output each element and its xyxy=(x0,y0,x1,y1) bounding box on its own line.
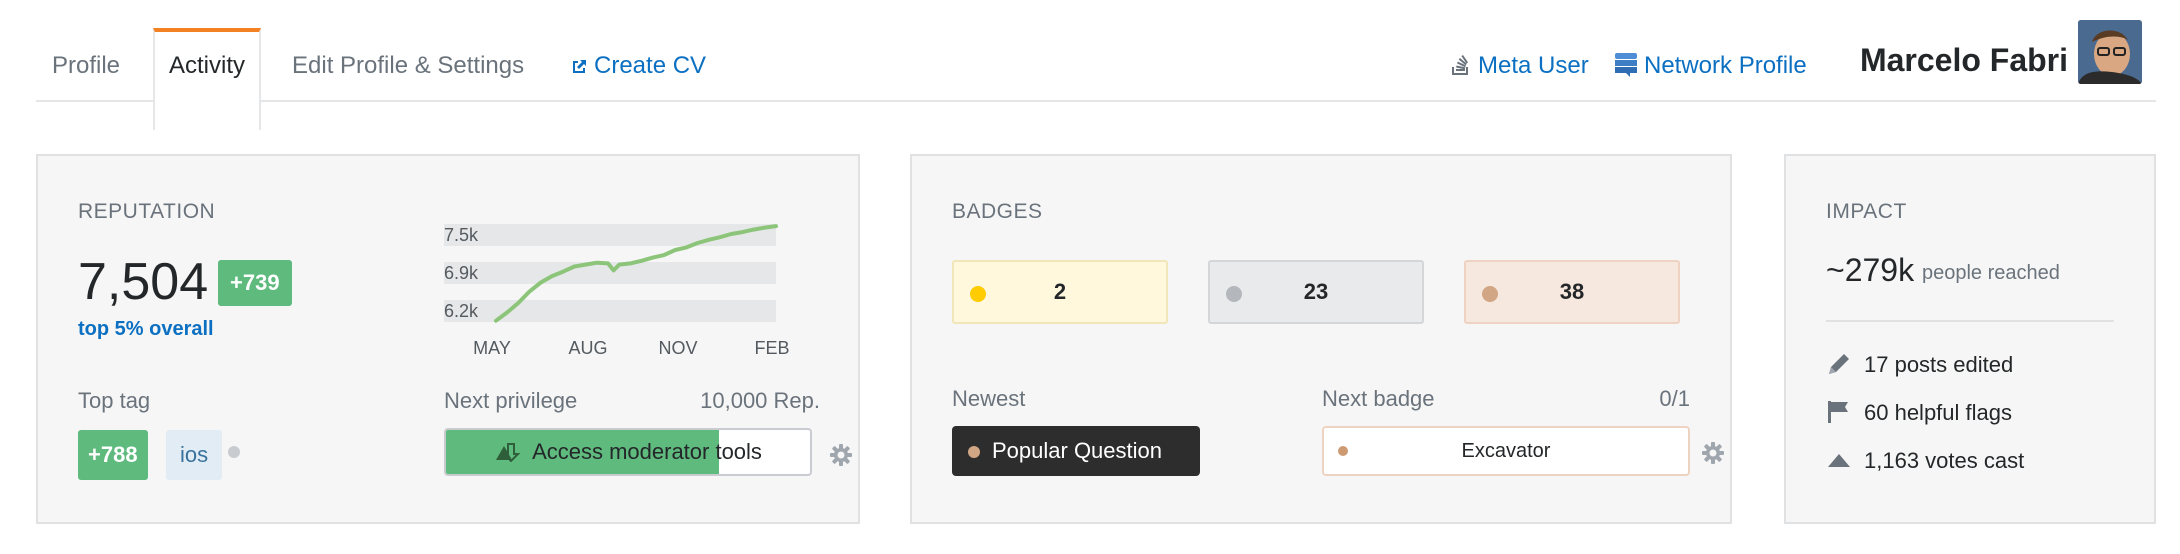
network-profile-link[interactable]: Network Profile xyxy=(1614,0,1807,100)
top-tag-label: Top tag xyxy=(78,388,151,413)
create-cv-label: Create CV xyxy=(594,52,707,79)
user-display-name[interactable]: Marcelo Fabri xyxy=(1860,42,2068,79)
top-tag-score: +788 xyxy=(78,430,148,480)
meta-user-label: Meta User xyxy=(1478,52,1589,79)
next-privilege-rep: 10,000 Rep. xyxy=(700,388,820,413)
chart-x-tick-label: MAY xyxy=(473,338,511,358)
reputation-value: 7,504 xyxy=(78,253,209,311)
bronze-badge-icon xyxy=(1482,286,1498,302)
privilege-icon xyxy=(496,443,521,463)
reputation-chart[interactable]: 7.5k 6.9k 6.2k MAY AUG NOV FEB xyxy=(444,216,824,366)
tab-activity[interactable]: Activity xyxy=(153,28,262,130)
next-badge-name: Excavator xyxy=(1461,440,1551,462)
impact-divider xyxy=(1826,320,2114,322)
tab-profile[interactable]: Profile xyxy=(52,0,120,100)
gold-badge-icon xyxy=(970,286,986,302)
impact-card: IMPACT ~279k people reached 17 posts edi… xyxy=(1784,154,2156,524)
votes-cast-label: 1,163 votes cast xyxy=(1864,448,2025,473)
network-profile-label: Network Profile xyxy=(1644,52,1807,79)
meta-user-link[interactable]: Meta User xyxy=(1450,0,1589,100)
impact-title: IMPACT xyxy=(1826,200,1907,223)
helpful-flags-label: 60 helpful flags xyxy=(1864,400,2012,425)
bronze-badge-count[interactable]: 38 xyxy=(1464,260,1680,324)
badges-title: BADGES xyxy=(952,200,1043,223)
newest-badge[interactable]: Popular Question xyxy=(952,426,1200,476)
votes-cast-stat: 1,163 votes cast xyxy=(1826,448,2024,475)
chart-x-tick-label: FEB xyxy=(754,338,789,358)
posts-edited-label: 17 posts edited xyxy=(1864,352,2014,377)
posts-edited-stat: 17 posts edited xyxy=(1826,352,2013,379)
next-badge-label: Next badge xyxy=(1322,386,1435,411)
meta-stack-icon xyxy=(1452,54,1468,75)
profile-header: Profile Activity Edit Profile & Settings… xyxy=(36,0,2156,130)
people-reached-label: people reached xyxy=(1922,262,2060,284)
reputation-rank-link[interactable]: top 5% overall xyxy=(78,318,214,341)
stackexchange-icon xyxy=(1615,52,1637,77)
next-privilege-content: Access moderator tools xyxy=(446,430,810,474)
reputation-change-badge: +739 xyxy=(218,260,292,306)
newest-badge-name: Popular Question xyxy=(992,438,1162,463)
next-badge[interactable]: Excavator xyxy=(1322,426,1690,476)
silver-badge-value: 23 xyxy=(1303,279,1329,304)
upvote-arrow-icon xyxy=(1828,454,1850,468)
next-privilege-progress-bar[interactable]: Access moderator tools xyxy=(444,428,812,476)
flag-icon xyxy=(1828,401,1848,424)
gold-badge-count[interactable]: 2 xyxy=(952,260,1168,324)
external-link-icon xyxy=(573,59,586,73)
reputation-title: REPUTATION xyxy=(78,200,216,223)
helpful-flags-stat: 60 helpful flags xyxy=(1826,400,2012,427)
pencil-icon xyxy=(1829,354,1849,375)
chart-x-tick-label: AUG xyxy=(568,338,607,358)
chart-y-tick-label: 6.2k xyxy=(444,301,479,321)
badges-card: BADGES 2 23 38 Newest Popular Question N… xyxy=(910,154,1732,524)
next-privilege-label: Next privilege xyxy=(444,388,578,413)
tab-create-cv[interactable]: Create CV xyxy=(570,0,706,100)
badge-settings-gear-icon[interactable] xyxy=(1702,442,1724,464)
next-privilege-name: Access moderator tools xyxy=(532,439,762,464)
chart-y-tick-label: 6.9k xyxy=(444,263,479,283)
tab-edit-profile[interactable]: Edit Profile & Settings xyxy=(292,0,524,100)
next-badge-progress: 0/1 xyxy=(1659,386,1690,411)
bronze-badge-icon xyxy=(1338,446,1348,456)
people-reached-value: ~279k xyxy=(1826,252,1915,288)
top-tag-chip[interactable]: ios xyxy=(166,430,223,480)
avatar[interactable] xyxy=(2078,20,2142,84)
tag-status-dot xyxy=(228,446,240,458)
silver-badge-icon xyxy=(1226,286,1242,302)
chart-y-tick-label: 7.5k xyxy=(444,225,479,245)
gold-badge-value: 2 xyxy=(1053,279,1067,304)
chart-x-tick-label: NOV xyxy=(658,338,697,358)
newest-badge-label: Newest xyxy=(952,386,1026,411)
bronze-badge-icon xyxy=(968,446,980,458)
bronze-badge-value: 38 xyxy=(1559,279,1585,304)
privilege-settings-gear-icon[interactable] xyxy=(830,444,852,466)
avatar-photo xyxy=(2078,20,2142,84)
chart-grid-band xyxy=(444,300,776,322)
silver-badge-count[interactable]: 23 xyxy=(1208,260,1424,324)
reputation-card: REPUTATION 7,504 +739 top 5% overall 7.5… xyxy=(36,154,860,524)
